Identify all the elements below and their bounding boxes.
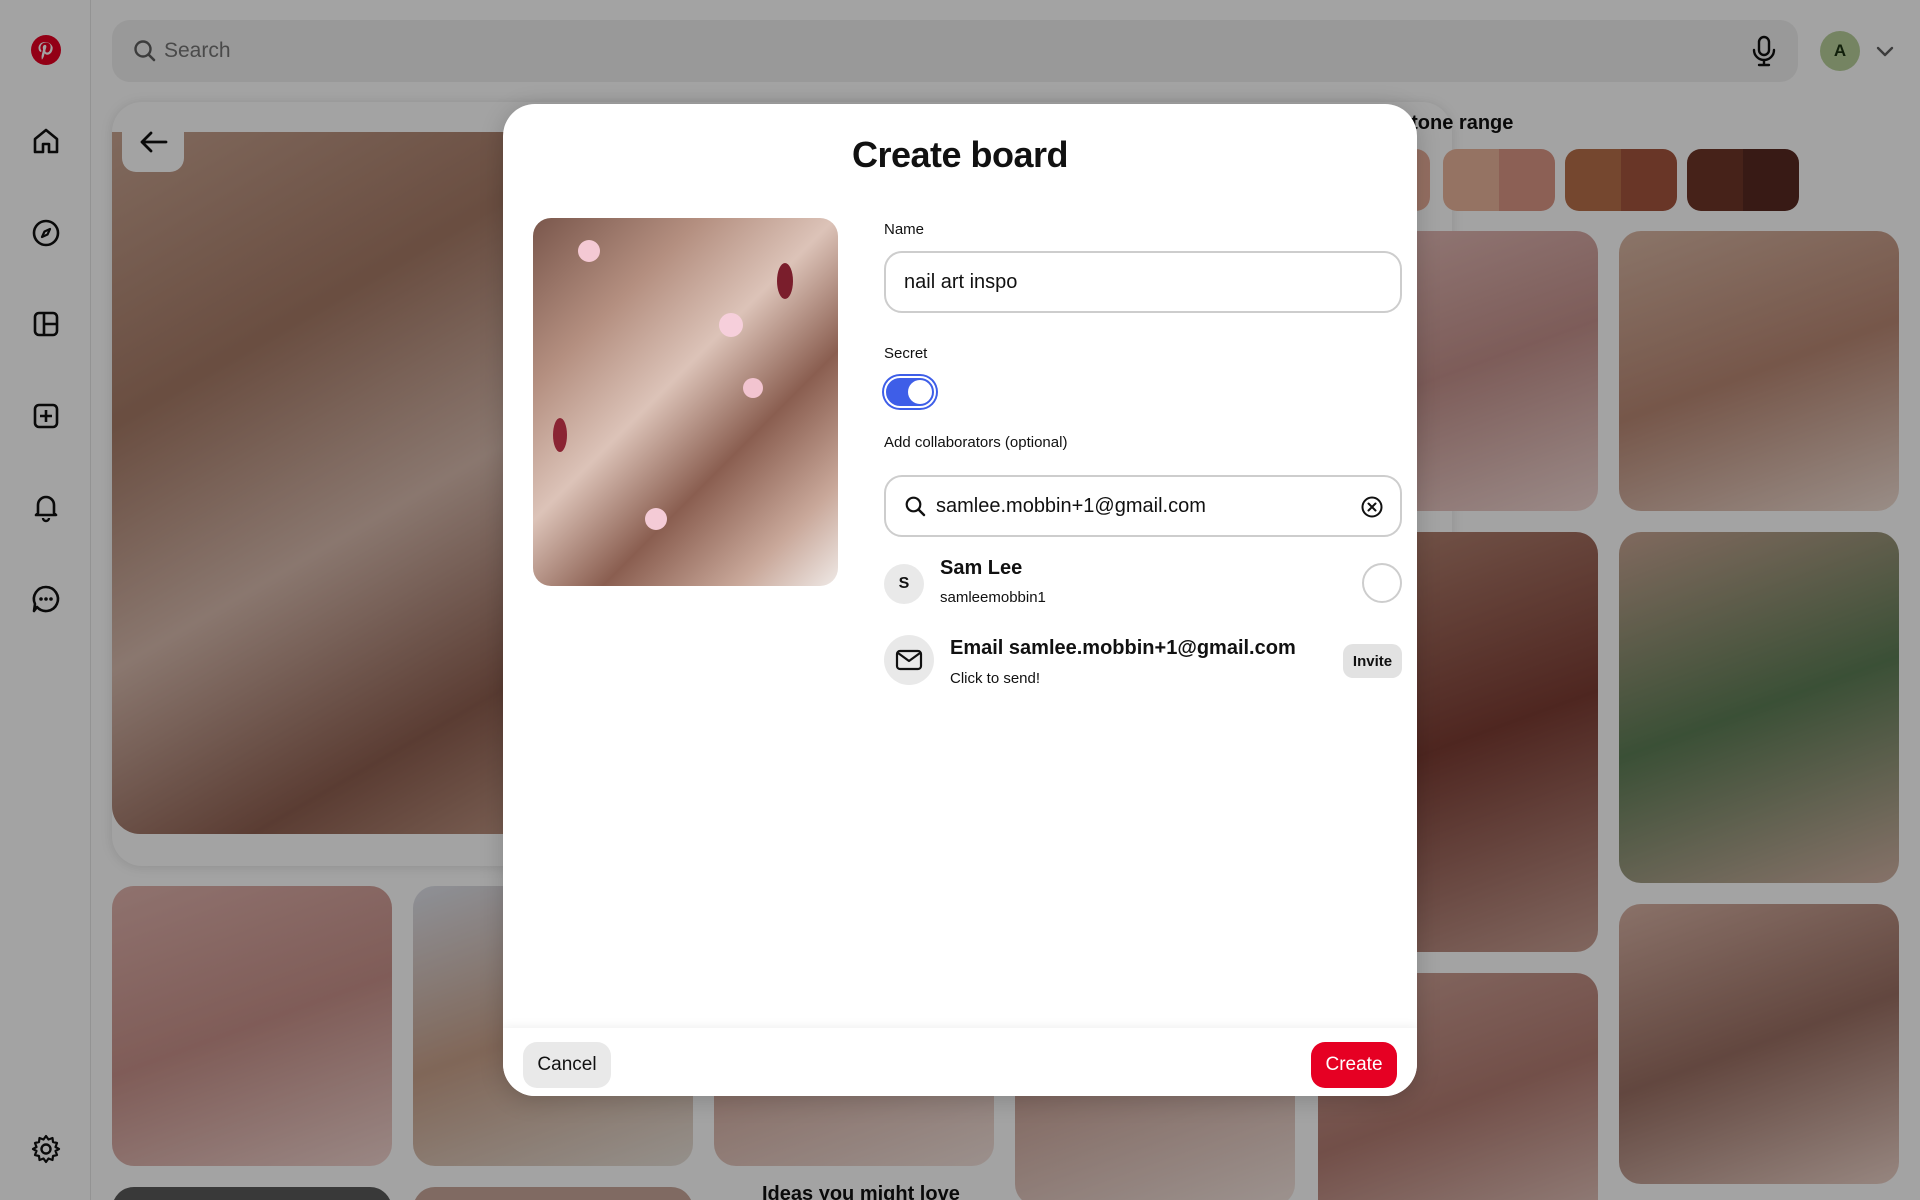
name-label: Name: [884, 221, 925, 238]
email-invite-title: Email samlee.mobbin+1@gmail.com: [950, 637, 1296, 659]
search-icon: [905, 496, 926, 517]
modal-footer: Cancel Create: [503, 1028, 1417, 1096]
modal-title: Create board: [851, 134, 1069, 175]
collaborator-avatar: S: [884, 564, 924, 604]
board-name-input[interactable]: [884, 251, 1402, 313]
collaborators-search[interactable]: [884, 475, 1402, 537]
envelope-icon: [895, 649, 923, 671]
board-cover-image: [533, 218, 838, 586]
secret-toggle[interactable]: [884, 376, 936, 408]
flower-decoration: [743, 378, 763, 398]
collaborators-label: Add collaborators (optional): [884, 434, 1068, 451]
email-invite-row[interactable]: Email samlee.mobbin+1@gmail.com Click to…: [884, 635, 1402, 697]
pinterest-page: A ur skin tone range Ideas you might lov…: [0, 0, 1920, 1200]
flower-decoration: [578, 240, 600, 262]
create-button[interactable]: Create: [1311, 1042, 1397, 1088]
flower-decoration: [645, 508, 667, 530]
flower-decoration: [719, 313, 743, 337]
collaborator-result-row[interactable]: S Sam Lee samleemobbin1: [884, 557, 1402, 619]
collaborators-input[interactable]: [936, 477, 1336, 535]
nail-tip-decoration: [553, 418, 567, 452]
create-board-modal: Create board Name Secret Add collaborato…: [503, 104, 1417, 1096]
cancel-button[interactable]: Cancel: [523, 1042, 611, 1088]
collaborator-select-radio[interactable]: [1362, 563, 1402, 603]
email-invite-subtitle: Click to send!: [950, 670, 1041, 687]
collaborator-name: Sam Lee: [940, 557, 1023, 579]
collaborator-username: samleemobbin1: [940, 589, 1046, 606]
toggle-knob: [908, 380, 932, 404]
nail-tip-decoration: [777, 263, 793, 299]
mail-avatar: [884, 635, 934, 685]
invite-button[interactable]: Invite: [1343, 644, 1402, 678]
secret-label: Secret: [884, 345, 928, 362]
clear-circle-x-icon[interactable]: [1360, 495, 1384, 519]
